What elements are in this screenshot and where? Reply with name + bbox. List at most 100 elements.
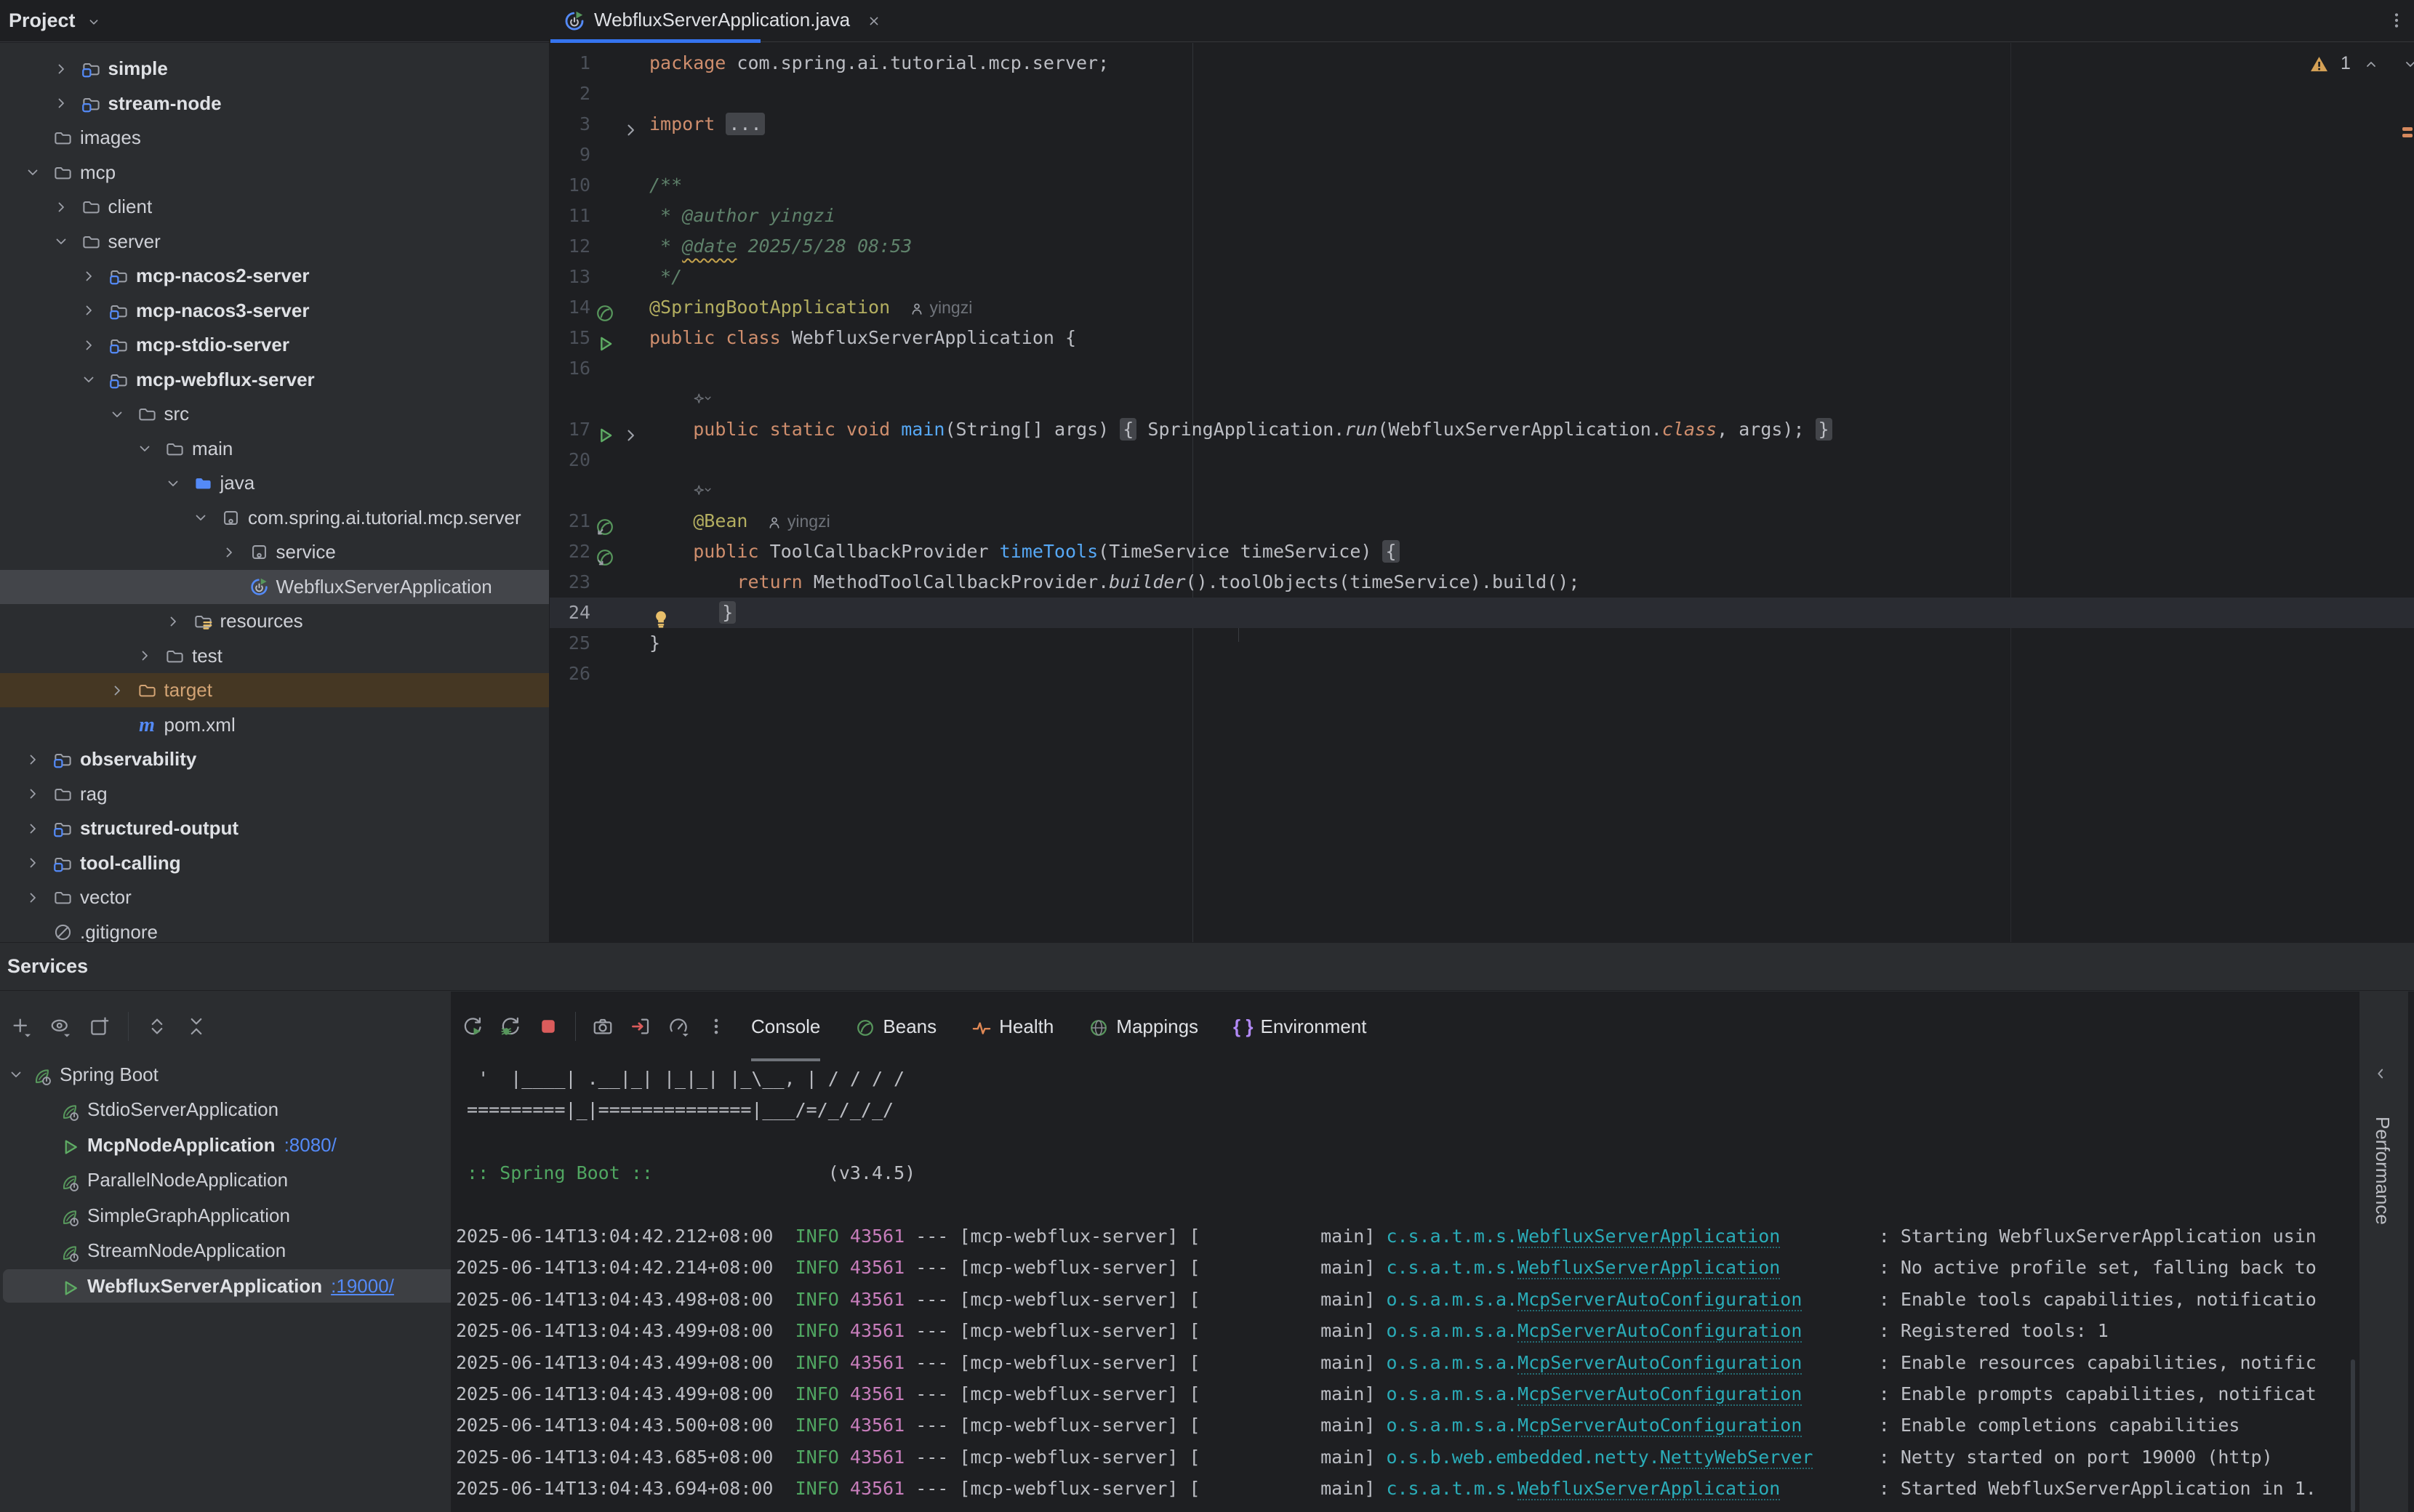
log-logger-link[interactable]: McpServerAutoConfiguration: [1517, 1320, 1802, 1343]
project-tree-item-main[interactable]: main: [0, 432, 549, 466]
collapse-all-icon[interactable]: [185, 1016, 207, 1037]
project-tree-item-stream-node[interactable]: stream-node: [0, 87, 549, 121]
spring-gutter-icon[interactable]: [595, 297, 615, 318]
folded-region[interactable]: {: [1382, 540, 1399, 563]
chevron-down-icon[interactable]: [7, 1066, 32, 1083]
performance-tab[interactable]: Performance: [2371, 1117, 2394, 1225]
error-stripe-mark[interactable]: [2402, 127, 2413, 131]
chevron-right-icon[interactable]: [24, 785, 53, 803]
lightbulb-icon[interactable]: [651, 603, 671, 623]
project-tree-item-simple[interactable]: simple: [0, 52, 549, 86]
project-tree-item-mcp-webflux-server[interactable]: mcp-webflux-server: [0, 363, 549, 397]
expand-all-icon[interactable]: [146, 1016, 168, 1037]
run-icon[interactable]: [595, 328, 615, 348]
project-tree-item-images[interactable]: images: [0, 121, 549, 155]
project-tree-item-tool-calling[interactable]: tool-calling: [0, 846, 549, 880]
log-logger-link[interactable]: McpServerAutoConfiguration: [1517, 1383, 1802, 1406]
chevron-right-icon[interactable]: [80, 337, 109, 354]
chevron-right-icon[interactable]: [24, 854, 53, 872]
folded-region[interactable]: ...: [726, 113, 764, 135]
chevron-right-icon[interactable]: [80, 302, 109, 319]
fold-icon[interactable]: [621, 419, 641, 440]
project-tree-item-server[interactable]: server: [0, 225, 549, 259]
code-editor[interactable]: 1package com.spring.ai.tutorial.mcp.serv…: [550, 43, 2414, 942]
rerun-icon[interactable]: [462, 1016, 484, 1037]
service-item-simplegraphapplication[interactable]: SimpleGraphApplication: [0, 1198, 451, 1233]
console-tab-health[interactable]: Health: [971, 992, 1054, 1061]
code-author-inlay[interactable]: yingzi: [909, 298, 972, 317]
chevron-right-icon[interactable]: [108, 682, 137, 699]
project-tree-item-mcp-nacos3-server[interactable]: mcp-nacos3-server: [0, 294, 549, 328]
console-scrollbar[interactable]: [2351, 1359, 2355, 1512]
chevron-down-icon[interactable]: [80, 371, 109, 388]
chevron-down-icon[interactable]: [164, 475, 193, 492]
services-panel-title-bar[interactable]: Services: [0, 943, 2414, 991]
service-item-spring-boot[interactable]: Spring Boot: [0, 1057, 451, 1092]
kebab-menu-icon[interactable]: [2386, 10, 2407, 31]
chevron-right-icon[interactable]: [220, 544, 249, 561]
chevron-down-icon[interactable]: [2402, 53, 2414, 74]
chevron-left-icon[interactable]: [2371, 1064, 2390, 1083]
project-tree-item-target[interactable]: target: [0, 673, 549, 707]
project-tree-item-mcp-stdio-server[interactable]: mcp-stdio-server: [0, 328, 549, 362]
bean-in-icon[interactable]: [595, 511, 615, 531]
chevron-down-icon[interactable]: [136, 440, 165, 457]
close-icon[interactable]: [866, 9, 882, 31]
project-tree-item-src[interactable]: src: [0, 397, 549, 431]
project-tree-item-test[interactable]: test: [0, 639, 549, 673]
chevron-right-icon[interactable]: [24, 889, 53, 906]
project-tree-item-webfluxserverapplication[interactable]: WebfluxServerApplication: [0, 570, 549, 604]
chevron-up-icon[interactable]: [2362, 53, 2380, 74]
chevron-right-icon[interactable]: [52, 198, 81, 216]
folded-region[interactable]: {: [1120, 418, 1136, 441]
chevron-right-icon[interactable]: [164, 613, 193, 630]
chevron-right-icon[interactable]: [24, 820, 53, 837]
inlay-widget-icon[interactable]: [693, 388, 712, 409]
log-logger-link[interactable]: McpServerAutoConfiguration: [1517, 1289, 1802, 1311]
chevron-right-icon[interactable]: [52, 60, 81, 78]
chevron-right-icon[interactable]: [80, 268, 109, 285]
service-port-link[interactable]: :19000/: [331, 1275, 394, 1298]
inspections-widget[interactable]: 1: [2309, 53, 2414, 74]
console-output[interactable]: ' |____| .__|_| |_|_| |_\__, | / / / / =…: [456, 1063, 2317, 1512]
service-port-link[interactable]: :8080/: [284, 1134, 337, 1157]
service-item-stdioserverapplication[interactable]: StdioServerApplication: [0, 1093, 451, 1127]
error-stripe-mark[interactable]: [2402, 134, 2413, 137]
log-logger-link[interactable]: McpServerAutoConfiguration: [1517, 1415, 1802, 1437]
project-tree-item-resources[interactable]: resources: [0, 604, 549, 638]
project-tree-item-rag[interactable]: rag: [0, 777, 549, 811]
log-logger-link[interactable]: McpServerAutoConfiguration: [1517, 1352, 1802, 1375]
project-tree-item-observability[interactable]: observability: [0, 742, 549, 776]
rerun-debug-icon[interactable]: [500, 1016, 521, 1037]
exit-process-icon[interactable]: [630, 1016, 651, 1037]
chevron-down-icon[interactable]: [192, 509, 221, 526]
project-tree-item--gitignore[interactable]: .gitignore: [0, 915, 549, 943]
chevron-down-icon[interactable]: [52, 233, 81, 250]
log-logger-link[interactable]: WebfluxServerApplication: [1517, 1226, 1780, 1248]
console-tab-console[interactable]: Console: [751, 992, 820, 1061]
project-tree-item-mcp[interactable]: mcp: [0, 156, 549, 190]
add-service-icon[interactable]: [10, 1016, 32, 1037]
chevron-right-icon[interactable]: [52, 94, 81, 112]
log-logger-link[interactable]: WebfluxServerApplication: [1517, 1257, 1780, 1279]
project-tree-item-structured-output[interactable]: structured-output: [0, 811, 549, 845]
folded-region[interactable]: }: [719, 601, 736, 624]
thread-dump-icon[interactable]: [592, 1016, 614, 1037]
stop-icon[interactable]: [537, 1016, 559, 1037]
open-in-new-tab-icon[interactable]: [89, 1016, 111, 1037]
project-tree-item-service[interactable]: service: [0, 535, 549, 569]
project-tree-item-pom-xml[interactable]: mpom.xml: [0, 708, 549, 742]
project-panel-header[interactable]: Project: [0, 0, 549, 42]
project-tree-item-java[interactable]: java: [0, 466, 549, 500]
chevron-right-icon[interactable]: [24, 751, 53, 768]
service-item-mcpnodeapplication[interactable]: McpNodeApplication:8080/: [0, 1127, 451, 1162]
code-author-inlay[interactable]: yingzi: [766, 512, 830, 531]
chevron-down-icon[interactable]: [108, 406, 137, 423]
editor-tab-webfluxserverapplication[interactable]: WebfluxServerApplication.java: [550, 0, 898, 40]
console-tab-mappings[interactable]: Mappings: [1088, 992, 1198, 1061]
service-item-parallelnodeapplication[interactable]: ParallelNodeApplication: [0, 1163, 451, 1198]
run-icon[interactable]: [595, 419, 615, 440]
bean-out-icon[interactable]: [595, 542, 615, 562]
console-tab-environment[interactable]: { }Environment: [1233, 992, 1366, 1061]
log-logger-link[interactable]: NettyWebServer: [1660, 1447, 1813, 1469]
